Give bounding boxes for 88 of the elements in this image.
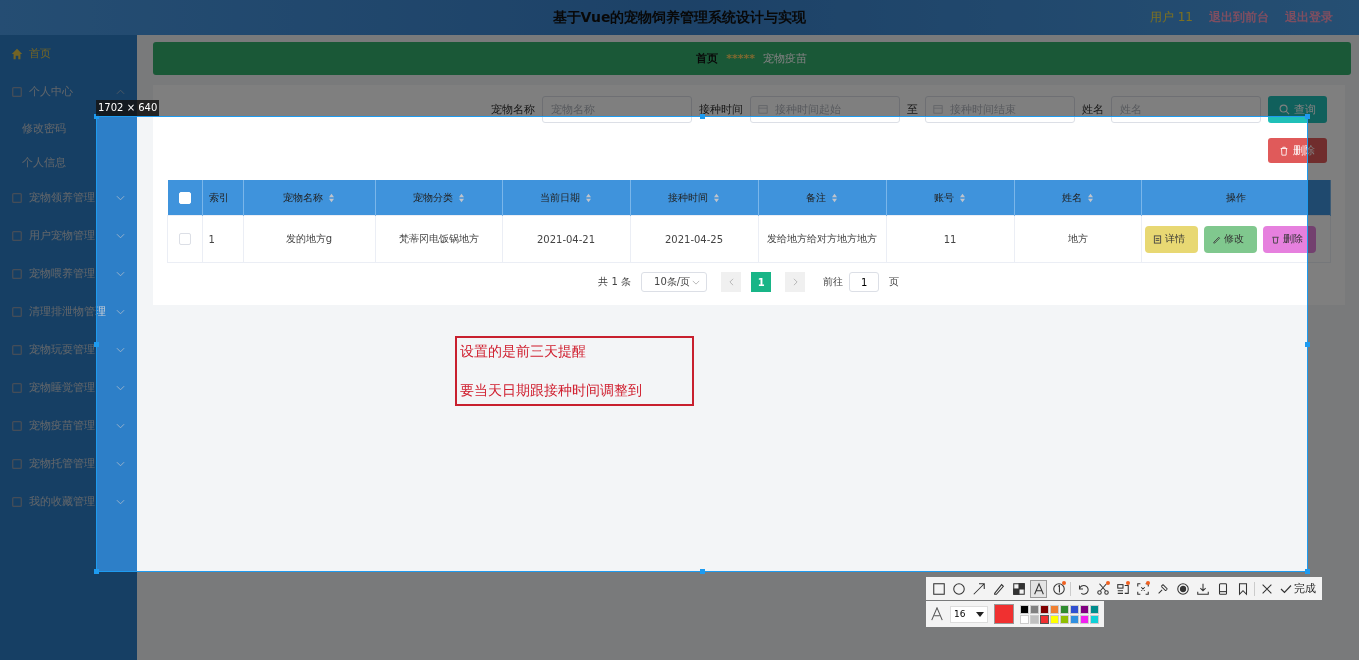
page-button[interactable]: 1 [751, 272, 772, 292]
table-cell: 11 [943, 233, 957, 245]
menu-icon [11, 305, 23, 318]
app-title: 基于Vue的宠物饲养管理系统设计与实现 [552, 8, 807, 27]
size-label: 1702 × 640 [96, 100, 160, 116]
search-icon [1278, 104, 1290, 115]
check-icon [1280, 583, 1292, 594]
field-label: 至 [906, 102, 918, 117]
annotation-text: 设置的是前三天提醒 [460, 343, 587, 361]
goto-label: 前往 [823, 275, 844, 289]
sort-icon[interactable] [457, 192, 465, 203]
chevron-icon[interactable] [116, 194, 125, 201]
column-header[interactable]: 当前日期 [502, 180, 630, 216]
number-tool-icon[interactable] [1050, 579, 1067, 598]
chevron-icon[interactable] [116, 232, 125, 239]
field-label: 姓名 [1081, 102, 1104, 117]
page-size-select[interactable]: 10条/页 [641, 272, 708, 292]
sort-icon[interactable] [959, 192, 966, 203]
sort-icon[interactable] [328, 192, 335, 203]
menu-icon [11, 85, 23, 98]
menu-icon [11, 457, 23, 470]
column-header[interactable]: 宠物名称 [243, 180, 375, 216]
menu-icon [11, 419, 23, 432]
row-checkbox[interactable] [178, 233, 191, 245]
calendar-icon [932, 104, 943, 114]
pencil-icon [1211, 234, 1221, 244]
table-cell: 1 [208, 233, 215, 245]
column-header[interactable]: 备注 [758, 180, 886, 216]
menu-icon [11, 229, 23, 242]
trash-icon [1270, 234, 1280, 244]
column-header[interactable]: 姓名 [1014, 180, 1141, 216]
table-cell: 发的地方g [285, 233, 333, 244]
column-header[interactable]: 宠物分类 [375, 180, 502, 216]
scan-tool-icon[interactable] [1134, 579, 1151, 598]
table-cell: 2021-04-25 [664, 233, 724, 245]
menu-icon [11, 495, 23, 508]
text-annotation[interactable]: 设置的是前三天提醒 要当天日期跟接种时间调整到 [455, 336, 694, 406]
font-icon [930, 607, 944, 621]
home-icon [11, 47, 23, 60]
field-label: 接种时间 [698, 102, 743, 117]
field-label: 宠物名称 [490, 102, 535, 117]
done-button[interactable]: 完成 [1278, 581, 1318, 596]
document-icon [1152, 234, 1162, 244]
column-header[interactable]: 接种时间 [630, 180, 758, 216]
column-header[interactable]: 操作 [1141, 180, 1330, 216]
chevron-icon[interactable] [116, 270, 125, 277]
sort-icon[interactable] [1086, 192, 1094, 203]
font-size-select[interactable]: 16 [950, 605, 988, 623]
column-header[interactable]: 账号 [886, 180, 1014, 216]
select-all-checkbox[interactable] [178, 191, 191, 204]
edit-button[interactable]: 修改 [1203, 225, 1257, 253]
table-cell: 地方 [1067, 233, 1088, 244]
breadcrumb-current: 宠物疫苗 [763, 51, 808, 66]
column-header[interactable]: 索引 [202, 180, 243, 216]
table-cell: 梵蒂冈电饭锅地方 [398, 233, 479, 244]
table-cell: 2021-04-21 [536, 233, 596, 245]
text-tool-icon[interactable] [1030, 579, 1047, 598]
chevron-icon[interactable] [116, 308, 125, 315]
delete-button[interactable]: 删除 [1262, 225, 1316, 253]
chevron-icon[interactable] [116, 384, 125, 391]
page-suffix: 页 [889, 275, 900, 289]
cut-tool-icon[interactable] [1094, 579, 1111, 598]
total-count: 共 1 条 [598, 275, 632, 289]
current-color-swatch[interactable] [994, 604, 1014, 624]
menu-icon [11, 267, 23, 280]
trash-icon [1279, 145, 1289, 156]
chevron-right-icon [792, 278, 798, 286]
sort-icon[interactable] [831, 192, 838, 203]
breadcrumb-separator: ***** [726, 52, 756, 65]
chevron-icon[interactable] [116, 498, 125, 505]
user-label: 用户 11 [1149, 9, 1193, 26]
calendar-icon [757, 104, 768, 114]
table-cell: 发给地方给对方地方地方 [767, 233, 877, 244]
chevron-icon[interactable] [116, 422, 125, 429]
color-swatch[interactable] [1040, 614, 1049, 624]
caret-icon [976, 611, 984, 617]
chevron-icon[interactable] [116, 346, 125, 353]
chevron-icon[interactable] [116, 460, 125, 467]
sort-icon[interactable] [713, 192, 720, 203]
menu-icon [11, 381, 23, 394]
menu-icon [11, 191, 23, 204]
sort-icon[interactable] [585, 192, 592, 203]
menu-icon [11, 343, 23, 356]
chevron-left-icon [728, 278, 734, 286]
page-input[interactable]: 1 [849, 272, 880, 292]
caret-icon [692, 279, 701, 285]
detail-button[interactable]: 详情 [1144, 225, 1198, 253]
annotation-text: 要当天日期跟接种时间调整到 [460, 382, 643, 400]
